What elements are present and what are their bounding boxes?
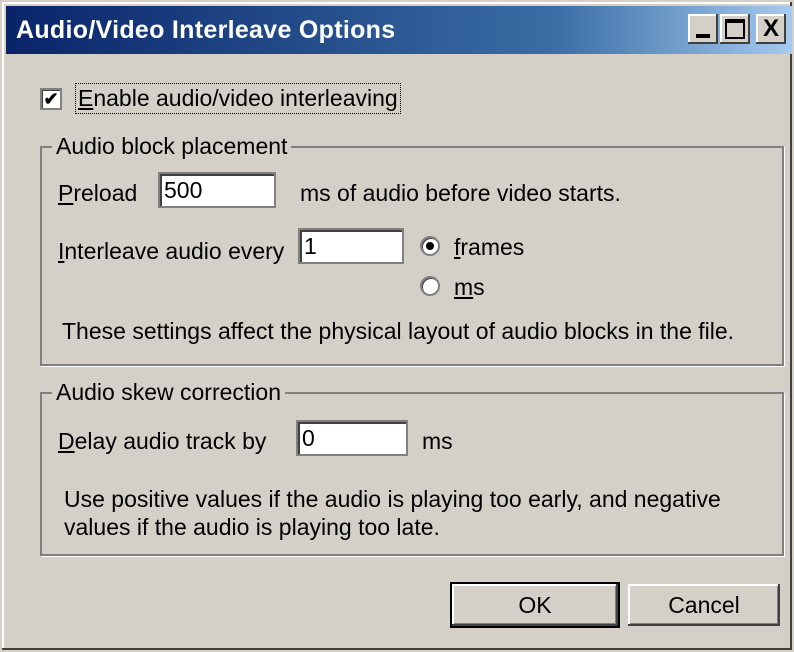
dialog-window: Audio/Video Interleave Options X ✔ Enabl…: [0, 0, 794, 652]
audio-block-placement-legend: Audio block placement: [52, 133, 292, 160]
preload-input[interactable]: 500: [158, 172, 276, 208]
title-bar[interactable]: Audio/Video Interleave Options X: [6, 6, 792, 54]
radio-frames[interactable]: [420, 236, 440, 256]
enable-interleave-checkbox[interactable]: ✔: [40, 87, 62, 110]
skew-note-line2: values if the audio is playing too late.: [64, 514, 440, 540]
enable-interleave-row[interactable]: ✔ Enable audio/video interleaving: [40, 83, 401, 114]
delay-suffix: ms: [422, 428, 453, 454]
close-icon: X: [762, 15, 779, 42]
close-button[interactable]: X: [756, 14, 786, 44]
preload-suffix: ms of audio before video starts.: [300, 180, 621, 206]
radio-ms[interactable]: [420, 276, 440, 296]
window-title: Audio/Video Interleave Options: [16, 15, 396, 44]
preload-label: Preload: [58, 180, 138, 206]
skew-note-line1: Use positive values if the audio is play…: [64, 486, 721, 512]
radio-ms-label[interactable]: ms: [454, 274, 485, 301]
interleave-label: Interleave audio every: [58, 238, 285, 264]
ok-button[interactable]: OK: [450, 582, 620, 628]
minimize-icon: [696, 34, 710, 38]
maximize-icon: [725, 19, 745, 39]
delay-label: Delay audio track by: [58, 428, 267, 454]
enable-interleave-label[interactable]: Enable audio/video interleaving: [75, 83, 401, 114]
audio-block-note: These settings affect the physical layou…: [62, 318, 735, 344]
delay-input[interactable]: 0: [296, 420, 408, 456]
audio-skew-legend: Audio skew correction: [52, 379, 285, 406]
cancel-button[interactable]: Cancel: [628, 584, 780, 626]
caption-buttons: X: [688, 14, 786, 44]
radio-frames-label[interactable]: frames: [454, 234, 524, 261]
minimize-button[interactable]: [688, 14, 718, 44]
interleave-input[interactable]: 1: [298, 228, 404, 264]
checkmark-icon: ✔: [43, 88, 59, 109]
maximize-button[interactable]: [720, 14, 750, 44]
